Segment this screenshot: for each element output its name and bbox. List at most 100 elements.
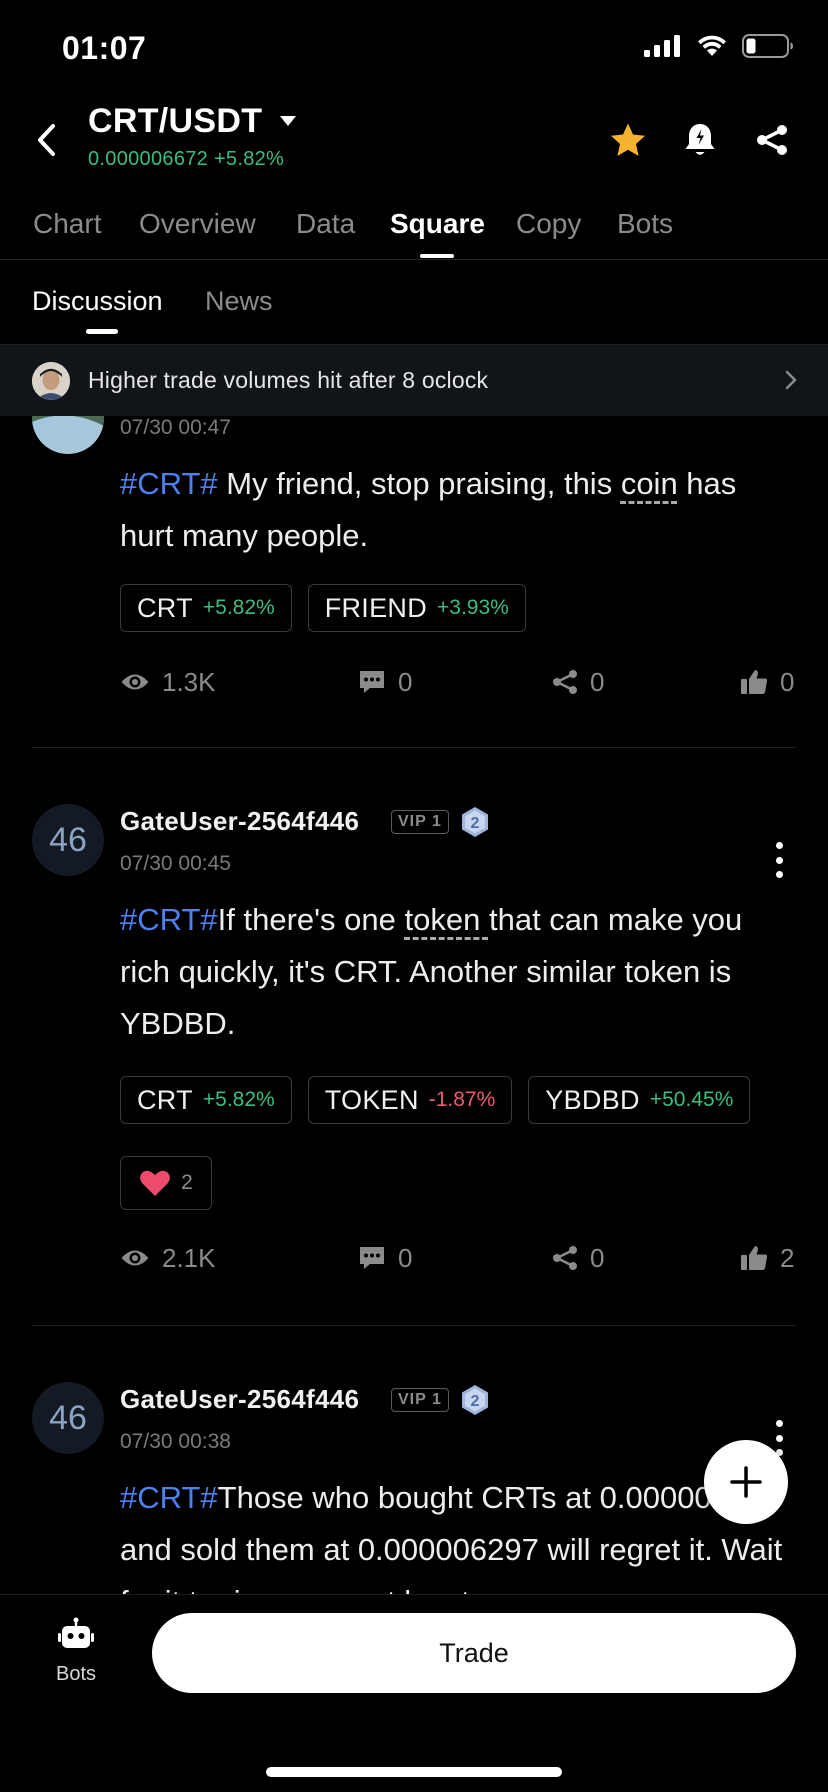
token-symbol: YBDBD [545, 1084, 640, 1115]
tab-copy[interactable]: Copy [516, 208, 581, 240]
comments-button[interactable]: 0 [358, 1238, 412, 1278]
user-avatar[interactable]: 46 [32, 804, 104, 876]
vip-badge: VIP 1 [391, 810, 449, 834]
bottom-action-bar: Bots Trade [0, 1594, 828, 1792]
username[interactable]: GateUser-2564f446 [120, 806, 359, 837]
trade-button[interactable]: Trade [152, 1613, 796, 1693]
token-chip[interactable]: YBDBD +50.45% [528, 1076, 751, 1124]
token-chip[interactable]: CRT +5.82% [120, 1076, 292, 1124]
banner-avatar [32, 362, 70, 400]
post-timestamp: 07/30 00:47 [120, 416, 231, 439]
post-timestamp: 07/30 00:45 [120, 852, 231, 875]
bots-shortcut[interactable]: Bots [36, 1617, 116, 1686]
pair-price: 0.000006672 [88, 148, 209, 170]
more-options-button[interactable] [774, 1420, 784, 1456]
post-hashtag[interactable]: #CRT# [120, 1480, 218, 1515]
vip-badge: VIP 1 [391, 1388, 449, 1412]
subtab-discussion[interactable]: Discussion [32, 286, 163, 317]
views-stat: 1.3K [120, 662, 216, 702]
signal-icon [644, 35, 680, 57]
token-chip[interactable]: FRIEND +3.93% [307, 584, 526, 632]
eye-icon [121, 1250, 149, 1266]
pair-change: +5.82% [213, 148, 285, 170]
user-avatar[interactable] [32, 416, 104, 454]
token-symbol: CRT [137, 1084, 193, 1115]
sub-tabs: Discussion News [0, 268, 828, 344]
post-hashtag[interactable]: #CRT# [120, 466, 218, 501]
share-button[interactable] [750, 118, 794, 162]
reaction-chip[interactable]: 2 [120, 1156, 212, 1210]
token-chips: CRT +5.82% FRIEND +3.93% [120, 584, 526, 632]
level-number: 2 [471, 815, 480, 832]
post-stats: 1.3K 0 0 0 [120, 662, 796, 702]
tab-bots[interactable]: Bots [617, 208, 673, 240]
status-icons [644, 34, 794, 58]
token-change: +3.93% [437, 596, 509, 619]
person-avatar-icon [32, 362, 70, 400]
token-symbol: FRIEND [324, 592, 428, 623]
like-button[interactable]: 2 [740, 1238, 794, 1278]
tab-square[interactable]: Square [390, 208, 485, 240]
share-icon [553, 1246, 577, 1270]
post-keyword-link[interactable]: token [405, 902, 489, 937]
level-badge-icon: 2 [462, 807, 488, 837]
token-symbol: CRT [137, 592, 193, 623]
post-hashtag[interactable]: #CRT# [120, 902, 218, 937]
token-chip[interactable]: CRT +5.82% [120, 584, 292, 632]
share-icon [553, 670, 577, 694]
token-change: -1.87% [428, 1088, 496, 1111]
like-button[interactable]: 0 [740, 662, 794, 702]
level-number: 2 [471, 1393, 480, 1410]
active-subtab-indicator [86, 329, 118, 334]
token-chips: CRT +5.82% TOKEN -1.87% YBDBD +50.45% [120, 1076, 751, 1124]
bots-label: Bots [55, 1663, 97, 1685]
post-content: #CRT# My friend, stop praising, this coi… [120, 458, 796, 562]
user-avatar[interactable]: 46 [32, 1382, 104, 1454]
create-post-button[interactable] [704, 1440, 788, 1524]
reaction-count: 2 [181, 1171, 193, 1194]
thumbs-up-icon [741, 670, 768, 694]
tab-overview[interactable]: Overview [139, 208, 256, 240]
post-text: My friend, stop praising, this [217, 466, 621, 501]
token-change: +5.82% [202, 1088, 275, 1111]
banner-text: Higher trade volumes hit after 8 oclock [88, 367, 489, 393]
back-button[interactable] [26, 118, 66, 162]
comments-button[interactable]: 0 [358, 662, 412, 702]
comments-count: 0 [398, 666, 413, 697]
post-timestamp: 07/30 00:38 [120, 1430, 231, 1453]
post-keyword-link[interactable]: coin [621, 466, 678, 501]
comments-count: 0 [398, 1242, 413, 1273]
token-change: +50.45% [649, 1088, 734, 1111]
post-content: #CRT#Those who bought CRTs at 0.00000628… [120, 1472, 796, 1594]
token-chip[interactable]: TOKEN -1.87% [307, 1076, 513, 1124]
share-post-button[interactable]: 0 [552, 1238, 604, 1278]
chevron-left-icon [38, 124, 55, 156]
more-options-button[interactable] [774, 842, 784, 878]
pair-price-line: 0.000006672 +5.82% [88, 148, 284, 171]
wifi-icon [698, 35, 726, 56]
post-text: Those who bought CRTs at 0.000006287 and… [120, 1480, 783, 1594]
star-icon [611, 123, 645, 156]
pair-name[interactable]: CRT/USDT [88, 102, 262, 141]
active-tab-indicator [420, 254, 454, 258]
tab-chart[interactable]: Chart [33, 208, 101, 240]
username[interactable]: GateUser-2564f446 [120, 1384, 359, 1415]
comment-icon [360, 671, 384, 693]
favorite-button[interactable] [606, 118, 650, 162]
views-stat: 2.1K [120, 1238, 216, 1278]
shares-count: 0 [590, 666, 605, 697]
announcement-banner[interactable]: Higher trade volumes hit after 8 oclock [0, 344, 828, 416]
home-indicator [266, 1767, 562, 1777]
tab-data[interactable]: Data [296, 208, 355, 240]
main-tabs: Chart Overview Data Square Copy Bots [0, 196, 828, 260]
subtab-news[interactable]: News [205, 286, 273, 317]
share-icon [757, 125, 787, 155]
landscape-avatar-icon [32, 416, 104, 454]
post-stats: 2.1K 0 0 2 [120, 1238, 796, 1278]
likes-count: 0 [780, 666, 795, 697]
share-post-button[interactable]: 0 [552, 662, 604, 702]
battery-icon [742, 34, 793, 58]
price-alert-button[interactable] [678, 118, 722, 162]
caret-down-icon[interactable] [278, 114, 298, 128]
robot-icon [58, 1617, 94, 1648]
